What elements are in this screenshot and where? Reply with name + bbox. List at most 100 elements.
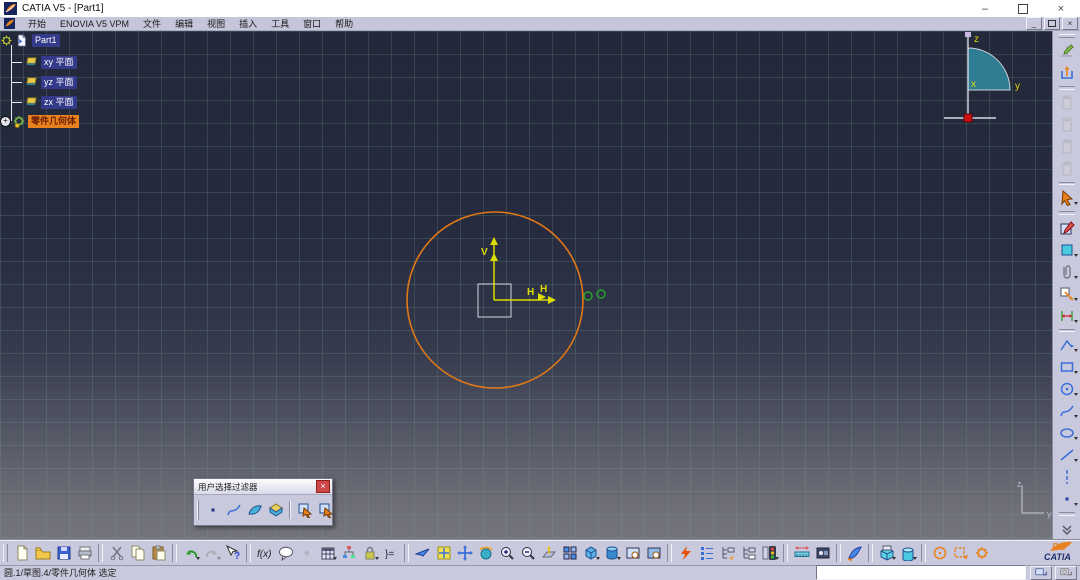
command-list-button[interactable] xyxy=(1055,566,1077,580)
menu-item-help[interactable]: 帮助 xyxy=(328,19,360,29)
tree-node-part1-label[interactable]: Part1 xyxy=(32,34,60,47)
tree-node-zx-plane[interactable]: zx 平面 xyxy=(12,95,77,110)
tree-node-zx-plane-label[interactable]: zx 平面 xyxy=(41,96,77,109)
close-icon[interactable]: × xyxy=(316,480,330,493)
surface-filter-button[interactable] xyxy=(244,499,265,521)
measure-item-button[interactable] xyxy=(812,542,833,564)
fly-mode-button[interactable] xyxy=(412,542,433,564)
expand-tree-1-button[interactable] xyxy=(717,542,738,564)
render-style-button[interactable] xyxy=(601,542,622,564)
cut-button[interactable] xyxy=(106,542,127,564)
swap-visible-space-button[interactable] xyxy=(759,542,780,564)
whats-this-button[interactable]: ? xyxy=(222,542,243,564)
sketch-tool-circle-button[interactable] xyxy=(929,542,950,564)
tree-node-yz-plane-label[interactable]: yz 平面 xyxy=(41,76,77,89)
tree-node-xy-plane[interactable]: xy 平面 xyxy=(12,55,77,70)
zoom-in-button[interactable] xyxy=(496,542,517,564)
normal-view-button[interactable] xyxy=(538,542,559,564)
undo-button[interactable] xyxy=(180,542,201,564)
menu-item-view[interactable]: 视图 xyxy=(200,19,232,29)
more-tools-button[interactable] xyxy=(1055,518,1079,540)
menu-item-window[interactable]: 窗口 xyxy=(296,19,328,29)
design-table-button[interactable] xyxy=(317,542,338,564)
sketch-surface-button[interactable] xyxy=(1055,239,1079,261)
paste-button[interactable] xyxy=(148,542,169,564)
toolbar-grip[interactable] xyxy=(3,544,8,562)
mdi-restore-button[interactable] xyxy=(1044,17,1060,30)
feature-element-filter-button[interactable] xyxy=(294,499,315,521)
copy-button[interactable] xyxy=(127,542,148,564)
menu-item-start[interactable]: 开始 xyxy=(21,19,53,29)
select-button[interactable] xyxy=(1055,187,1079,209)
toolbar-grip[interactable] xyxy=(197,500,199,520)
sketch-edit-button[interactable] xyxy=(1055,217,1079,239)
compass-z-handle[interactable] xyxy=(965,32,971,37)
toolbar-grip[interactable] xyxy=(1059,34,1075,38)
compass-base-handle[interactable] xyxy=(964,114,972,122)
constraint-symbol-1[interactable] xyxy=(584,292,592,300)
measure-between-button[interactable] xyxy=(791,542,812,564)
minimize-button[interactable]: – xyxy=(966,0,1004,17)
power-input[interactable] xyxy=(816,565,1026,580)
sketcher-button[interactable] xyxy=(1055,40,1079,62)
curve-filter-button[interactable] xyxy=(223,499,244,521)
print-button[interactable] xyxy=(74,542,95,564)
view-mode-1-button[interactable] xyxy=(622,542,643,564)
close-button[interactable]: × xyxy=(1042,0,1080,17)
constraint-symbol-2[interactable] xyxy=(597,290,605,298)
tree-node-part-body-label[interactable]: 零件几何体 xyxy=(28,115,79,128)
tree-expander-icon[interactable]: + xyxy=(0,116,11,127)
tree-node-root[interactable]: Part1 xyxy=(0,33,60,48)
point-button[interactable] xyxy=(1055,488,1079,510)
rotate-button[interactable] xyxy=(475,542,496,564)
output-feature-button[interactable] xyxy=(1055,283,1079,305)
menu-item-insert[interactable]: 插入 xyxy=(232,19,264,29)
sketch-tool-profile-button[interactable] xyxy=(950,542,971,564)
compass[interactable]: z x y xyxy=(930,31,1052,131)
filter-toolbar-titlebar[interactable]: 用户选择过滤器 × xyxy=(194,479,332,495)
constraint-button[interactable] xyxy=(1055,305,1079,327)
maximize-button[interactable] xyxy=(1004,0,1042,17)
catalog-tree-button[interactable] xyxy=(338,542,359,564)
lock-button[interactable] xyxy=(359,542,380,564)
tree-node-xy-plane-label[interactable]: xy 平面 xyxy=(41,56,77,69)
point-filter-button[interactable] xyxy=(202,499,223,521)
attachment-button[interactable] xyxy=(1055,261,1079,283)
formula-button[interactable]: f(x) xyxy=(254,542,275,564)
menu-item-file[interactable]: 文件 xyxy=(136,19,168,29)
comment-button[interactable] xyxy=(275,542,296,564)
catalog-browser-2-button[interactable] xyxy=(897,542,918,564)
expand-tree-2-button[interactable] xyxy=(738,542,759,564)
tree-node-part-body[interactable]: + 零件几何体 xyxy=(0,114,79,129)
tree-list-button[interactable] xyxy=(696,542,717,564)
fit-all-in-button[interactable] xyxy=(433,542,454,564)
axis-button[interactable] xyxy=(1055,466,1079,488)
open-file-button[interactable] xyxy=(32,542,53,564)
menu-item-tools[interactable]: 工具 xyxy=(264,19,296,29)
hide-show-button[interactable] xyxy=(675,542,696,564)
view-mode-2-button[interactable] xyxy=(643,542,664,564)
geometrical-element-filter-button[interactable] xyxy=(315,499,336,521)
circle-button[interactable] xyxy=(1055,378,1079,400)
iso-view-button[interactable] xyxy=(580,542,601,564)
line-button[interactable] xyxy=(1055,444,1079,466)
menu-item-edit[interactable]: 编辑 xyxy=(168,19,200,29)
user-selection-filter-toolbar[interactable]: 用户选择过滤器 × xyxy=(193,478,333,526)
exit-workbench-button[interactable] xyxy=(1055,62,1079,84)
catalog-browser-1-button[interactable] xyxy=(876,542,897,564)
sketch-tool-gear-button[interactable] xyxy=(971,542,992,564)
save-button[interactable] xyxy=(53,542,74,564)
volume-filter-button[interactable] xyxy=(265,499,286,521)
viewport-3d[interactable]: V H H z x y z y Part1 xyxy=(0,31,1052,540)
zoom-out-button[interactable] xyxy=(517,542,538,564)
profile-button[interactable] xyxy=(1055,334,1079,356)
conic-button[interactable] xyxy=(1055,422,1079,444)
rectangle-button[interactable] xyxy=(1055,356,1079,378)
tree-node-yz-plane[interactable]: yz 平面 xyxy=(12,75,77,90)
relations-button[interactable]: }= xyxy=(380,542,401,564)
pan-button[interactable] xyxy=(454,542,475,564)
new-file-button[interactable] xyxy=(11,542,32,564)
spline-button[interactable] xyxy=(1055,400,1079,422)
multi-view-button[interactable] xyxy=(559,542,580,564)
dialog-toggle-button[interactable] xyxy=(1030,566,1052,580)
